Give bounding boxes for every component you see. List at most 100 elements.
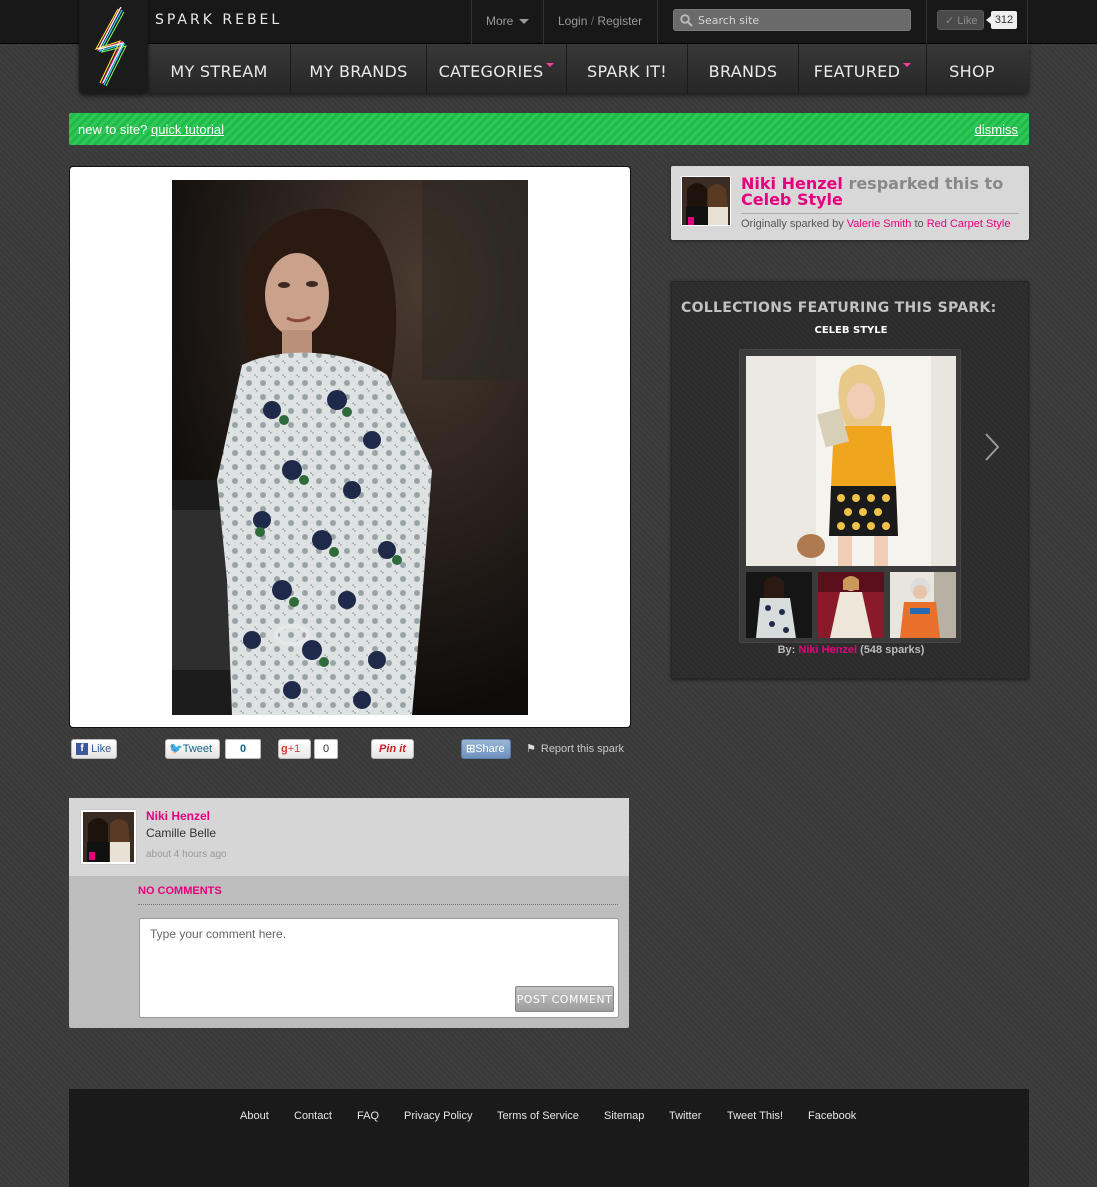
tweet-button[interactable]: 🐦Tweet	[165, 739, 220, 759]
collections-panel: COLLECTIONS FEATURING THIS SPARK: CELEB …	[671, 281, 1029, 679]
footer-link-contact[interactable]: Contact	[294, 1110, 332, 1122]
quick-tutorial-link[interactable]: quick tutorial	[151, 122, 224, 137]
nav-spark-it[interactable]: SPARK IT!	[567, 44, 688, 94]
nav-featured[interactable]: FEATURED	[799, 44, 927, 94]
login-register: Login / Register	[558, 14, 642, 28]
google-plus-count: 0	[314, 739, 338, 759]
search-icon	[680, 14, 693, 27]
google-g-icon: g	[281, 743, 288, 755]
collection-cover-image[interactable]	[746, 356, 956, 566]
chevron-down-icon	[903, 63, 912, 67]
post-comment-button[interactable]: POST COMMENT	[515, 986, 614, 1012]
search-box	[673, 9, 911, 31]
facebook-like-label: Like	[957, 15, 978, 27]
nav-label: FEATURED	[813, 62, 901, 81]
banner-prefix: new to site?	[78, 122, 148, 137]
by-label: By:	[777, 644, 796, 656]
facebook-like-button[interactable]: ✓ Like	[937, 10, 984, 30]
share-button[interactable]: ⊞Share	[461, 739, 511, 759]
collection-cover-photo	[746, 356, 956, 566]
nav-label: MY BRANDS	[309, 62, 408, 81]
nav-my-stream[interactable]: MY STREAM	[148, 44, 291, 94]
google-plus-label: +1	[287, 743, 301, 755]
collection-thumbnail[interactable]	[746, 572, 812, 638]
footer-link-about[interactable]: About	[240, 1110, 269, 1122]
collection-card[interactable]	[739, 349, 961, 643]
brand-wordmark[interactable]: SPARK REBEL	[155, 12, 282, 28]
footer-link-privacy[interactable]: Privacy Policy	[404, 1110, 472, 1122]
nav-shop[interactable]: SHOP	[927, 44, 1017, 94]
plus-icon: ⊞	[466, 743, 476, 755]
footer: About Contact FAQ Privacy Policy Terms o…	[69, 1089, 1029, 1187]
footer-link-twitter[interactable]: Twitter	[669, 1110, 701, 1122]
google-plus-one-button[interactable]: g+1	[278, 739, 311, 759]
divider	[543, 0, 544, 44]
nav-brands[interactable]: BRANDS	[688, 44, 799, 94]
nav-my-brands[interactable]: MY BRANDS	[291, 44, 427, 94]
collection-owner-link[interactable]: Niki Henzel	[798, 644, 857, 656]
main-nav: MY STREAM MY BRANDS CATEGORIES SPARK IT!…	[148, 44, 1029, 94]
avatar-image	[682, 177, 730, 225]
more-label: More	[486, 14, 514, 28]
collection-name: CELEB STYLE	[814, 325, 888, 336]
footer-link-terms[interactable]: Terms of Service	[497, 1110, 579, 1122]
respark-info: Niki Henzel resparked this to Celeb Styl…	[671, 166, 1029, 240]
avatar[interactable]	[681, 176, 731, 226]
comment-input[interactable]	[150, 927, 610, 987]
collections-heading: COLLECTIONS FEATURING THIS SPARK:	[681, 300, 997, 316]
footer-link-facebook[interactable]: Facebook	[808, 1110, 856, 1122]
login-separator: /	[590, 14, 595, 28]
login-link[interactable]: Login	[558, 14, 587, 28]
pin-it-button[interactable]: Pin it	[371, 739, 414, 759]
lightning-logo-icon	[94, 6, 127, 87]
facebook-icon: f	[76, 743, 88, 756]
nav-label: CATEGORIES	[438, 62, 544, 81]
collection-thumbnail[interactable]	[818, 572, 884, 638]
nav-label: SPARK IT!	[586, 62, 668, 81]
divider	[471, 0, 472, 44]
divider	[657, 0, 658, 44]
report-spark-link[interactable]: ⚑ Report this spark	[526, 742, 624, 755]
spark-photo-image	[172, 180, 528, 715]
more-menu[interactable]: More	[486, 14, 530, 28]
photo-frame	[69, 166, 631, 728]
spark-caption: Camille Belle	[146, 826, 217, 840]
avatar[interactable]	[81, 810, 136, 864]
flag-icon: ⚑	[526, 743, 536, 755]
footer-link-tweet-this[interactable]: Tweet This!	[727, 1110, 783, 1122]
search-input[interactable]	[698, 12, 906, 28]
respark-action: resparked this to	[848, 174, 1004, 193]
facebook-like-share-button[interactable]: f Like	[71, 739, 117, 759]
collection-thumbnail-image	[746, 572, 812, 638]
original-spark-info: Originally sparked by Valerie Smith to R…	[741, 218, 1010, 230]
spark-author-header: Niki Henzel Camille Belle about 4 hours …	[69, 798, 629, 876]
orig-user-link[interactable]: Valerie Smith	[847, 218, 912, 230]
orig-prefix: Originally sparked by	[741, 218, 844, 230]
comments-heading: NO COMMENTS	[138, 885, 222, 897]
facebook-like-count: 312	[986, 11, 1017, 29]
footer-link-sitemap[interactable]: Sitemap	[604, 1110, 644, 1122]
register-link[interactable]: Register	[597, 14, 642, 28]
footer-link-faq[interactable]: FAQ	[357, 1110, 379, 1122]
orig-collection-link[interactable]: Red Carpet Style	[927, 218, 1011, 230]
orig-to: to	[914, 218, 924, 230]
timestamp: about 4 hours ago	[146, 849, 227, 860]
respark-collection-link[interactable]: Celeb Style	[741, 190, 843, 209]
divider	[741, 213, 1019, 214]
collection-thumbnail[interactable]	[890, 572, 956, 638]
top-bar: SPARK REBEL More Login / Register ✓ Like…	[0, 0, 1097, 44]
respark-headline: Niki Henzel resparked this to Celeb Styl…	[741, 176, 1019, 208]
collection-thumbnail-image	[818, 572, 884, 638]
tutorial-banner: new to site? quick tutorial dismiss	[69, 113, 1029, 145]
collection-thumbnail-image	[890, 572, 956, 638]
divider	[138, 904, 618, 905]
divider	[1027, 0, 1028, 44]
chevron-right-icon[interactable]	[982, 432, 1002, 462]
facebook-like-label: Like	[91, 743, 112, 755]
comment-author-link[interactable]: Niki Henzel	[146, 809, 210, 823]
logo[interactable]	[79, 0, 148, 94]
spark-photo[interactable]	[172, 180, 528, 715]
tweet-count: 0	[225, 739, 261, 759]
nav-categories[interactable]: CATEGORIES	[427, 44, 567, 94]
dismiss-link[interactable]: dismiss	[975, 122, 1018, 137]
